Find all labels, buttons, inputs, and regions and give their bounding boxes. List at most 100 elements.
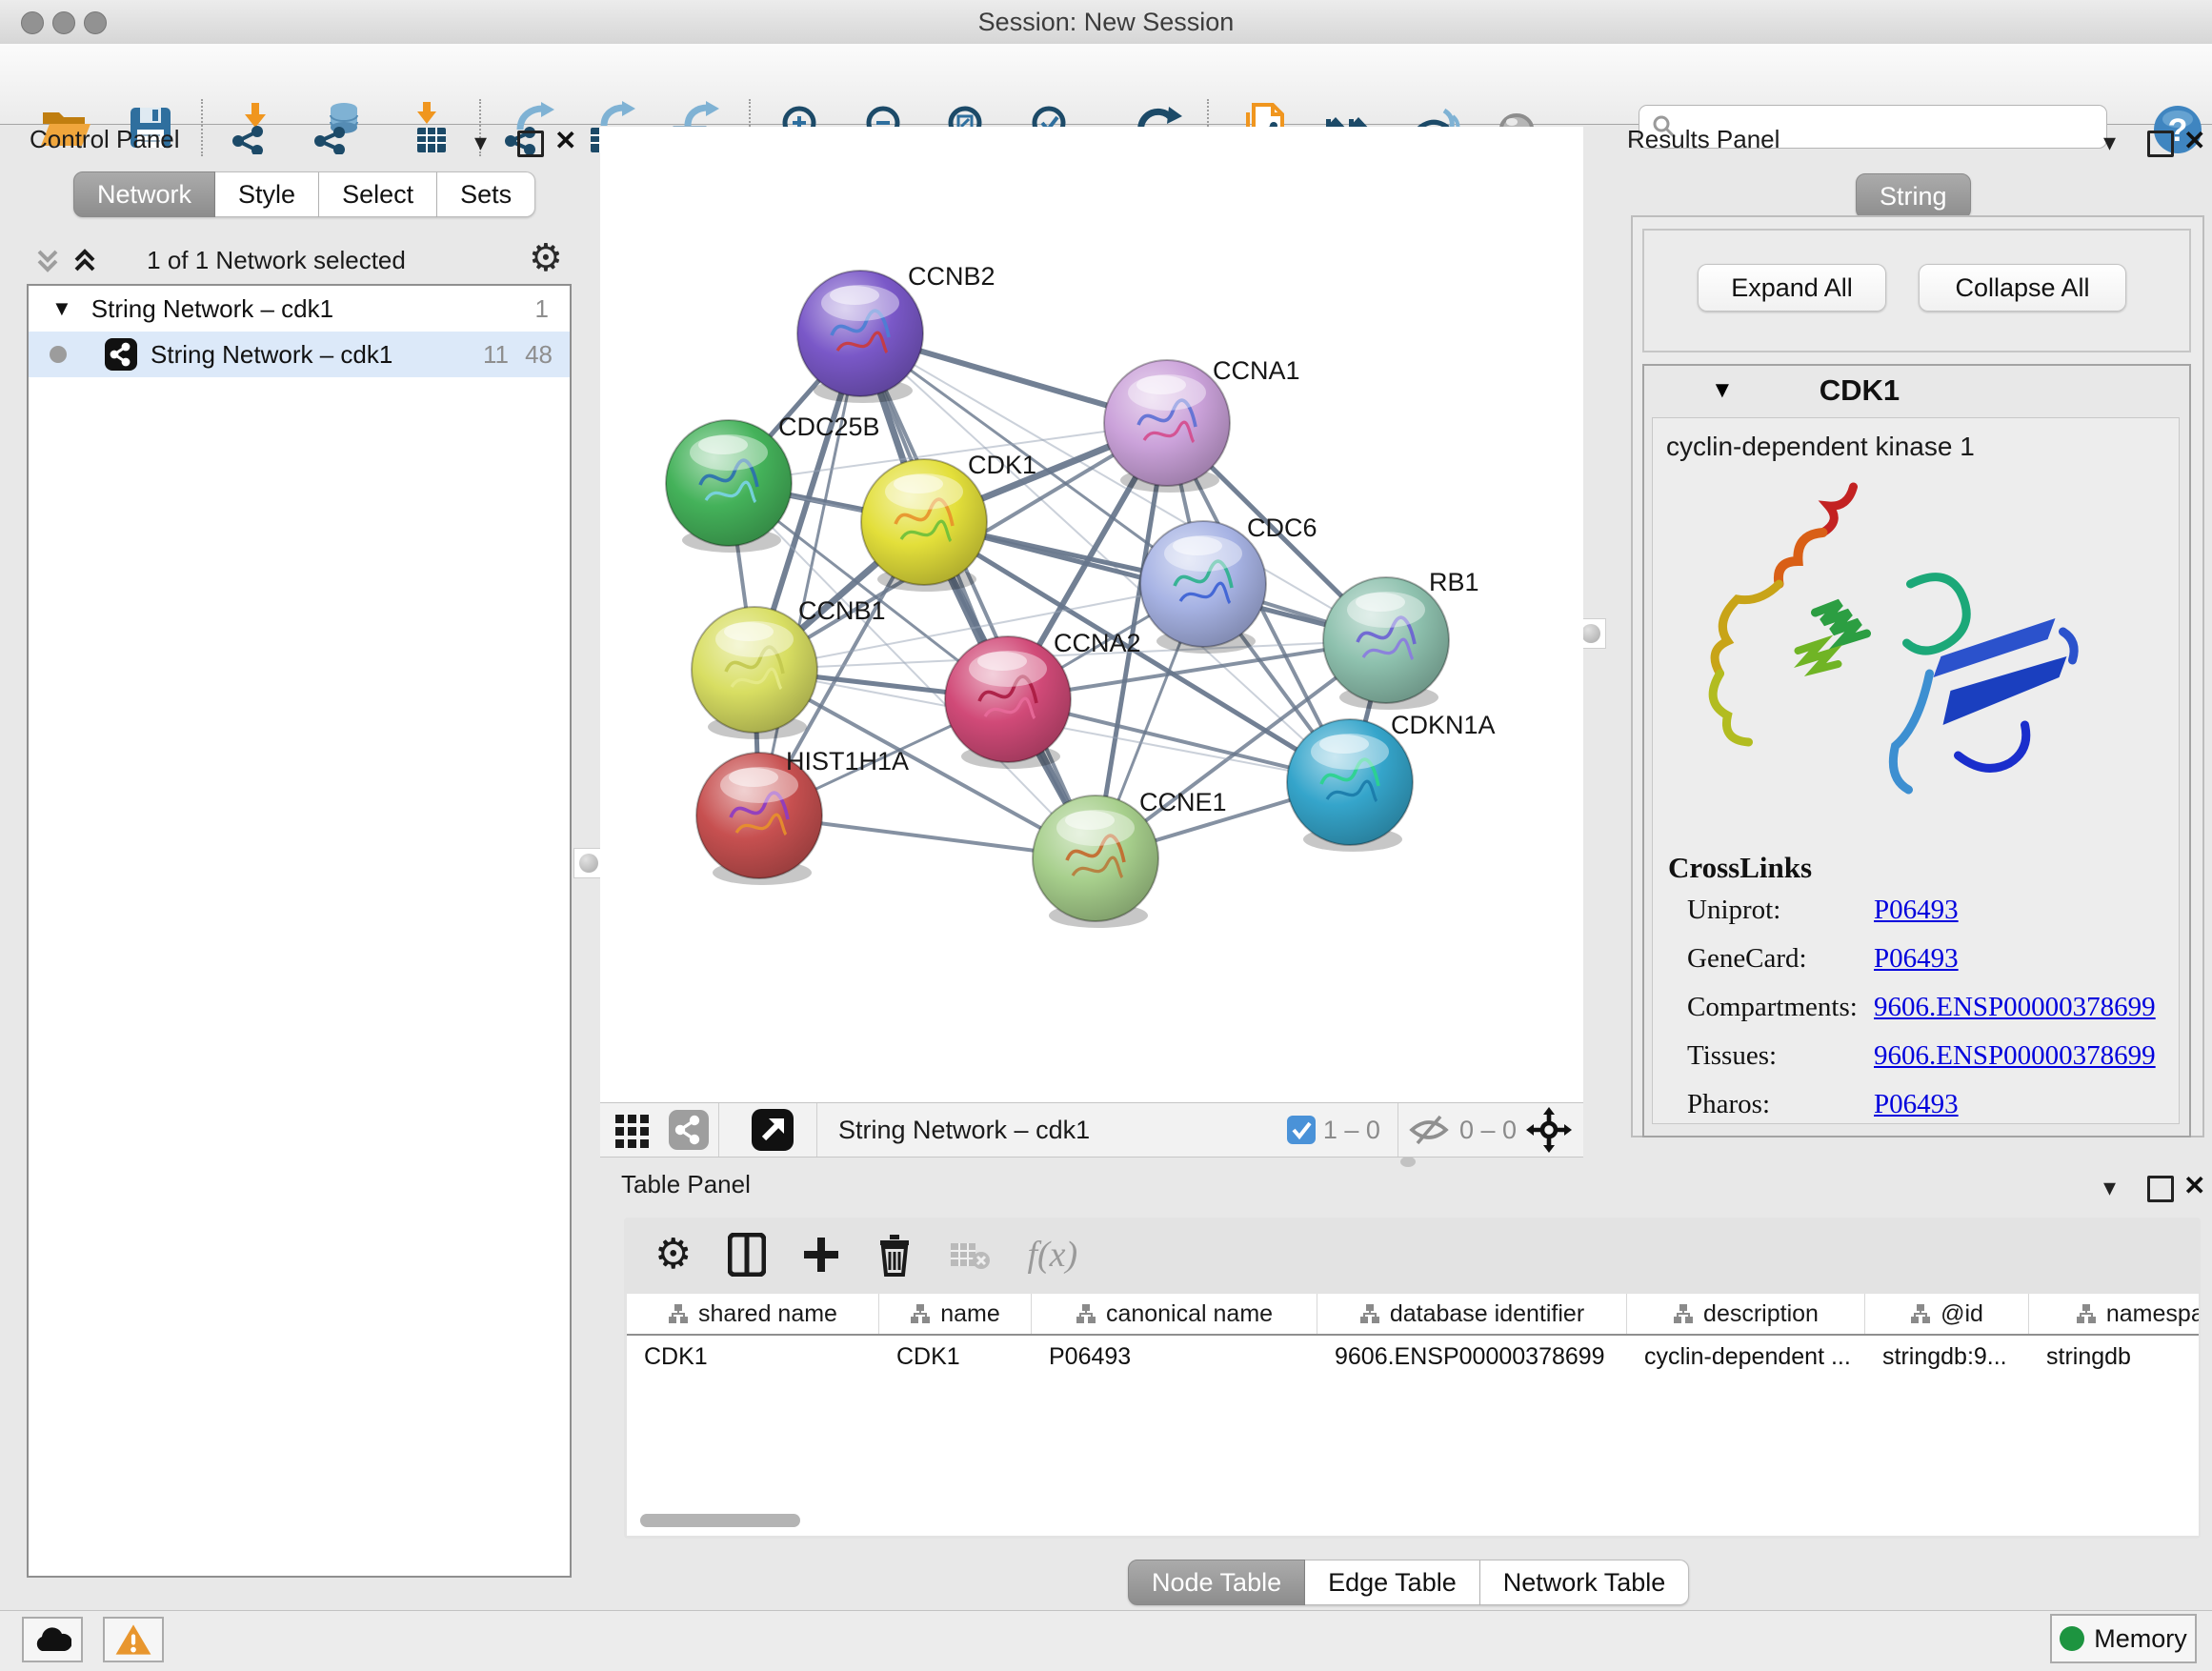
- node-label-HIST1H1A: HIST1H1A: [786, 747, 909, 775]
- node-label-CDC6: CDC6: [1247, 513, 1317, 542]
- table-cell[interactable]: P06493: [1032, 1336, 1317, 1378]
- expand-all-button[interactable]: Expand All: [1698, 264, 1886, 312]
- network-canvas[interactable]: CCNB2CCNA1CDC25BCDK1CDC6RB1CCNB1CCNA2CDK…: [600, 127, 1583, 1102]
- table-panel-float-icon[interactable]: [2147, 1176, 2174, 1202]
- crosslink-link[interactable]: P06493: [1874, 943, 1959, 975]
- crosslink-row: GeneCard:P06493: [1687, 943, 2179, 975]
- birdseye-grid-icon[interactable]: [613, 1111, 652, 1149]
- crosslink-link[interactable]: P06493: [1874, 1089, 1959, 1120]
- tab-select[interactable]: Select: [319, 171, 437, 217]
- column-header-name[interactable]: name: [879, 1294, 1032, 1334]
- results-panel-float-icon[interactable]: [2147, 131, 2174, 157]
- node-CCNA2[interactable]: [945, 636, 1071, 769]
- column-attribute-icon: [1076, 1303, 1096, 1324]
- table-cell[interactable]: 9606.ENSP00000378699: [1317, 1336, 1627, 1378]
- column-header-shared-name[interactable]: shared name: [627, 1294, 879, 1334]
- tab-network[interactable]: Network: [73, 171, 215, 217]
- column-header-database-identifier[interactable]: database identifier: [1317, 1294, 1627, 1334]
- cloud-status-button[interactable]: [22, 1617, 83, 1662]
- control-panel-close-icon[interactable]: ✕: [554, 125, 576, 156]
- crosslink-label: GeneCard:: [1687, 943, 1874, 975]
- column-attribute-icon: [1673, 1303, 1694, 1324]
- crosslink-link[interactable]: 9606.ENSP00000378699: [1874, 1040, 2156, 1072]
- import-network-from-database-icon[interactable]: [312, 101, 366, 154]
- string-panel-toggle-icon[interactable]: [669, 1110, 709, 1150]
- table-cell[interactable]: CDK1: [879, 1336, 1032, 1378]
- crosslink-row: Uniprot:P06493: [1687, 895, 2179, 926]
- delete-column-trash-icon[interactable]: [876, 1233, 913, 1277]
- tab-edge-table[interactable]: Edge Table: [1305, 1560, 1480, 1605]
- bottom-splitter-handle[interactable]: [1400, 1157, 1416, 1167]
- column-header-description[interactable]: description: [1627, 1294, 1865, 1334]
- collapse-all-networks-icon[interactable]: [31, 240, 64, 278]
- table-panel-close-icon[interactable]: ✕: [2183, 1170, 2205, 1201]
- window-title: Session: New Session: [0, 0, 2212, 44]
- results-panel-title: Results Panel: [1627, 125, 1780, 154]
- collection-label: String Network – cdk1: [91, 294, 333, 324]
- column-header--id[interactable]: @id: [1865, 1294, 2029, 1334]
- control-panel-menu-icon[interactable]: ▾: [474, 128, 487, 157]
- network-tree: ▼ String Network – cdk1 1 String Network…: [27, 284, 572, 1578]
- crosslink-row: Tissues:9606.ENSP00000378699: [1687, 1040, 2179, 1072]
- divider: [816, 1103, 817, 1157]
- tab-string[interactable]: String: [1856, 173, 1971, 219]
- crosslinks-list: Uniprot:P06493GeneCard:P06493Compartment…: [1653, 885, 2179, 1120]
- node-RB1[interactable]: [1323, 577, 1449, 710]
- column-header-canonical-name[interactable]: canonical name: [1032, 1294, 1317, 1334]
- network-view-title: String Network – cdk1: [838, 1116, 1090, 1145]
- gene-entry-header[interactable]: ▼ CDK1: [1644, 366, 2189, 415]
- network-collection-row[interactable]: ▼ String Network – cdk1 1: [29, 286, 570, 332]
- collapse-all-button[interactable]: Collapse All: [1919, 264, 2126, 312]
- title-bar: Session: New Session: [0, 0, 2212, 45]
- memory-label: Memory: [2094, 1624, 2187, 1654]
- node-label-CDKN1A: CDKN1A: [1391, 711, 1496, 739]
- create-column-plus-icon[interactable]: [802, 1236, 840, 1274]
- control-panel-float-icon[interactable]: [517, 131, 544, 157]
- crosslink-link[interactable]: 9606.ENSP00000378699: [1874, 992, 2156, 1023]
- main-toolbar: ?: [0, 44, 2212, 125]
- toolbar-divider: [201, 99, 203, 156]
- table-panel-menu-icon[interactable]: ▾: [2103, 1173, 2116, 1202]
- gene-entry-body: cyclin-dependent kinase 1 CrossLinks Uni…: [1652, 417, 2180, 1124]
- expand-all-networks-icon[interactable]: [69, 240, 101, 278]
- show-columns-icon[interactable]: [728, 1233, 766, 1277]
- node-CDC25B[interactable]: [666, 420, 792, 553]
- tab-style[interactable]: Style: [215, 171, 319, 217]
- table-cell[interactable]: cyclin-dependent ...: [1627, 1336, 1865, 1378]
- node-CCNA1[interactable]: [1104, 360, 1230, 493]
- entry-expander-icon[interactable]: ▼: [1711, 377, 1734, 404]
- hidden-eye-icon[interactable]: [1408, 1113, 1450, 1147]
- selected-checkbox-icon[interactable]: [1287, 1116, 1316, 1144]
- open-in-string-icon[interactable]: [752, 1109, 794, 1151]
- results-panel-close-icon[interactable]: ✕: [2183, 125, 2205, 156]
- table-row[interactable]: CDK1CDK1P064939606.ENSP00000378699cyclin…: [627, 1336, 2199, 1378]
- fit-content-crosshair-icon[interactable]: [1526, 1107, 1572, 1153]
- crosslinks-title: CrossLinks: [1653, 851, 2179, 885]
- collection-expander-icon[interactable]: ▼: [51, 296, 72, 321]
- results-panel-menu-icon[interactable]: ▾: [2103, 128, 2116, 157]
- results-panel-tabs: String: [1856, 173, 1971, 219]
- import-table-from-file-icon[interactable]: [400, 101, 453, 154]
- network-row-selected[interactable]: String Network – cdk1 11 48: [29, 332, 570, 377]
- tab-sets[interactable]: Sets: [437, 171, 535, 217]
- node-CCNB1[interactable]: [692, 607, 817, 739]
- table-options-gear-icon[interactable]: ⚙: [654, 1234, 692, 1276]
- tab-node-table[interactable]: Node Table: [1128, 1560, 1305, 1605]
- table-cell[interactable]: stringdb: [2029, 1336, 2199, 1378]
- network-options-gear-icon[interactable]: ⚙: [529, 236, 563, 280]
- node-label-CCNB2: CCNB2: [908, 262, 995, 291]
- table-cell[interactable]: stringdb:9...: [1865, 1336, 2029, 1378]
- column-header-namespace[interactable]: namespace: [2029, 1294, 2199, 1334]
- import-network-from-file-icon[interactable]: [229, 101, 282, 154]
- table-cell[interactable]: CDK1: [627, 1336, 879, 1378]
- tab-network-table[interactable]: Network Table: [1480, 1560, 1690, 1605]
- edge-CCNB2-CCNE1[interactable]: [860, 333, 1096, 858]
- node-table: shared namenamecanonical namedatabase id…: [627, 1294, 2199, 1536]
- memory-button[interactable]: Memory: [2050, 1614, 2197, 1663]
- crosslink-link[interactable]: P06493: [1874, 895, 1959, 926]
- warning-status-button[interactable]: [103, 1617, 164, 1662]
- horizontal-scrollbar[interactable]: [640, 1514, 800, 1527]
- crosslink-row: Compartments:9606.ENSP00000378699: [1687, 992, 2179, 1023]
- cloud-icon: [33, 1626, 71, 1653]
- node-label-CDK1: CDK1: [968, 451, 1036, 479]
